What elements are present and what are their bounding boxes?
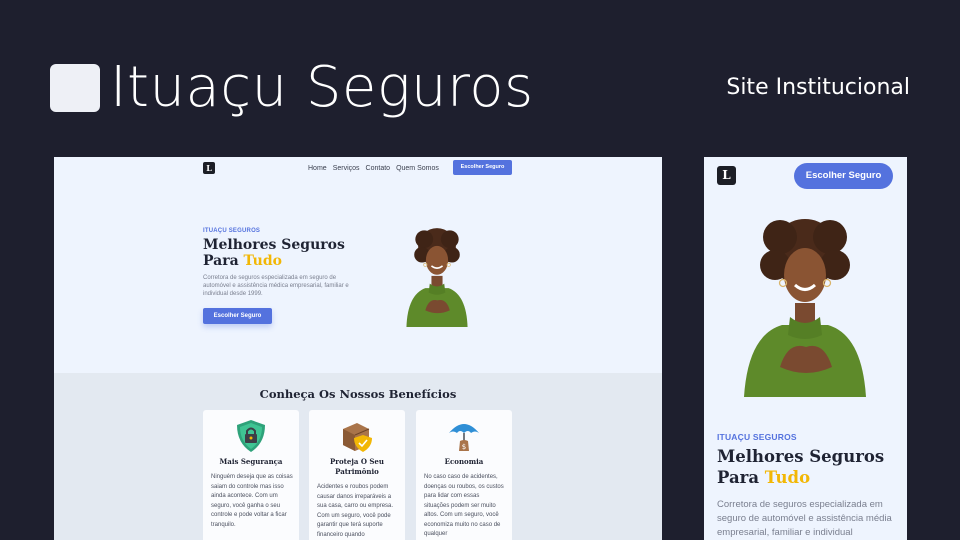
mobile-header: L Escolher Seguro <box>704 157 907 195</box>
desktop-preview: L Home Serviços Contato Quem Somos Escol… <box>54 157 662 540</box>
benefit-card-seguranca: Mais Segurança Ninguém deseja que as coi… <box>203 410 299 540</box>
hero-description: Corretora de seguros especializada em se… <box>203 275 349 297</box>
hero-person-image <box>406 228 468 327</box>
hero-title-line1: Melhores Seguros <box>203 237 345 253</box>
benefit-card-title: Mais Segurança <box>219 457 283 466</box>
mobile-cta-button[interactable]: Escolher Seguro <box>794 163 893 189</box>
nav-home[interactable]: Home <box>308 164 327 173</box>
mobile-site-logo[interactable]: L <box>717 166 736 185</box>
benefit-card-text: Ninguém deseja que as coisas saiam do co… <box>211 474 293 528</box>
brand-logo-square <box>50 64 100 112</box>
benefit-card-text: Acidentes e roubos podem causar danos ir… <box>317 484 394 538</box>
desktop-hero-section: L Home Serviços Contato Quem Somos Escol… <box>54 157 662 373</box>
umbrella-money-icon: $ <box>449 424 479 451</box>
hero-title-highlight: Tudo <box>243 253 282 269</box>
hero-eyebrow: ITUAÇU SEGUROS <box>203 228 261 234</box>
brand-subtitle: Site Institucional <box>726 75 910 100</box>
shield-lock-icon <box>237 420 265 452</box>
nav-contato[interactable]: Contato <box>366 164 391 173</box>
benefits-title: Conheça Os Nossos Benefícios <box>259 387 457 401</box>
mobile-hero-title-highlight: Tudo <box>764 468 811 487</box>
hero-cta-button[interactable]: Escolher Seguro <box>203 308 272 324</box>
site-logo[interactable]: L <box>203 162 215 174</box>
nav-cta-button[interactable]: Escolher Seguro <box>453 160 512 175</box>
benefit-card-title: Economia <box>444 457 484 466</box>
box-shield-icon <box>343 423 372 452</box>
benefit-card-text: No caso caso de acidentes, doenças ou ro… <box>424 474 504 537</box>
svg-text:$: $ <box>462 443 466 451</box>
mobile-hero-eyebrow: ITUAÇU SEGUROS <box>717 432 797 442</box>
benefit-card-title: Proteja O Seu Patrimônio <box>330 457 384 476</box>
benefit-card-economia: $ Economia No caso caso de acidentes, do… <box>416 410 512 540</box>
benefits-section: Conheça Os Nossos Benefícios Mais Segura… <box>54 373 662 540</box>
mobile-hero-title-line1: Melhores Seguros <box>717 447 885 466</box>
nav-servicos[interactable]: Serviços <box>333 164 360 173</box>
main-nav: Home Serviços Contato Quem Somos <box>308 164 439 173</box>
mobile-hero-person-image <box>744 219 866 397</box>
mobile-preview: L Escolher Seguro ITUAÇU SEGUROS Melhore… <box>704 157 907 540</box>
hero-title-prefix: Para <box>203 253 244 269</box>
hero-title: Melhores Seguros Para Tudo <box>203 237 363 269</box>
benefit-card-patrimonio: Proteja O Seu Patrimônio Acidentes e rou… <box>309 410 405 540</box>
mobile-hero-title: Melhores Seguros Para Tudo <box>717 446 897 488</box>
brand-title: Ituaçu Seguros <box>110 55 534 120</box>
mobile-hero-description: Corretora de seguros especializada em se… <box>717 499 892 538</box>
mobile-hero-title-prefix: Para <box>717 468 765 487</box>
nav-quem-somos[interactable]: Quem Somos <box>396 164 439 173</box>
